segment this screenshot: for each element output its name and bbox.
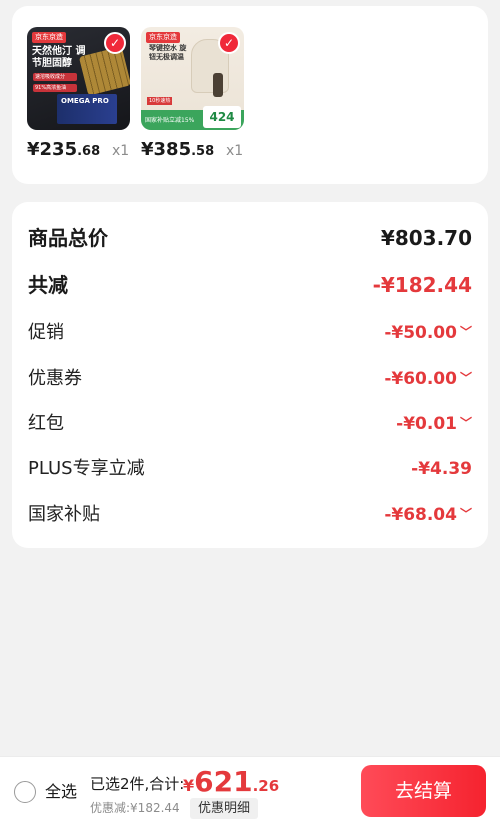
product-bottle-graphic <box>213 73 223 97</box>
product-box-graphic: OMEGA PRO <box>57 94 117 124</box>
price-currency: ¥ <box>27 139 40 160</box>
discount-value: -¥60.00 ﹀ <box>384 364 472 395</box>
discount-label: 国家补贴 <box>28 504 100 525</box>
total-decimal: .26 <box>252 777 280 795</box>
checkout-button[interactable]: 去结算 <box>361 765 486 817</box>
discount-value: -¥0.01 ﹀ <box>396 409 472 440</box>
product-image-badge: 速溶吸收成分 <box>33 73 77 81</box>
price-integer: 385 <box>153 139 192 160</box>
price-currency: ¥ <box>141 139 154 160</box>
product-item[interactable]: 京东京造 天然他汀 调节胆固醇 速溶吸收成分 91%高浓鱼油 OMEGA PRO… <box>27 27 157 167</box>
total-integer: 621 <box>194 765 253 798</box>
discount-row-red-packet[interactable]: 红包 -¥0.01 ﹀ <box>28 409 472 439</box>
product-image-badge: 10秒速热 <box>147 97 173 105</box>
price-decimal: .58 <box>191 144 215 159</box>
product-quantity: x1 <box>112 143 130 159</box>
total-currency: ¥ <box>183 776 195 795</box>
discount-row-national-subsidy[interactable]: 国家补贴 -¥68.04 ﹀ <box>28 500 472 530</box>
chevron-down-icon[interactable]: ﹀ <box>460 363 472 393</box>
select-all-label[interactable]: 全选 <box>45 781 77 803</box>
subsidy-price-graphic: 424 <box>203 106 241 128</box>
product-image-badge: 91%高浓鱼油 <box>33 84 77 92</box>
discount-row-promotion[interactable]: 促销 -¥50.00 ﹀ <box>28 318 472 348</box>
discount-row-plus: PLUS专享立减 -¥4.39 <box>28 454 472 484</box>
product-price: ¥235.68 x1 <box>27 139 157 163</box>
price-integer: 235 <box>39 139 78 160</box>
discount-summary: 优惠减:¥182.44 <box>90 801 180 815</box>
chevron-down-icon[interactable]: ﹀ <box>460 499 472 529</box>
subsidy-banner-text: 国家补贴立减15% <box>145 117 195 124</box>
goods-total-value: ¥803.70 <box>380 226 472 250</box>
check-icon[interactable]: ✓ <box>218 32 240 54</box>
chevron-down-icon[interactable]: ﹀ <box>460 408 472 438</box>
price-decimal: .68 <box>77 144 101 159</box>
selected-products-card: 京东京造 天然他汀 调节胆固醇 速溶吸收成分 91%高浓鱼油 OMEGA PRO… <box>12 6 488 184</box>
total-reduction-value: -¥182.44 <box>372 273 472 297</box>
discount-row-coupon[interactable]: 优惠券 -¥60.00 ﹀ <box>28 364 472 394</box>
product-image-headline: 琴键控水 旋钮无极调温 <box>149 44 187 61</box>
product-image[interactable]: 京东京造 天然他汀 调节胆固醇 速溶吸收成分 91%高浓鱼油 OMEGA PRO… <box>27 27 130 130</box>
price-summary-card: 商品总价 ¥803.70 共减 -¥182.44 促销 -¥50.00 ﹀ 优惠券… <box>12 202 488 548</box>
discount-label: 优惠券 <box>28 368 82 389</box>
discount-label: 红包 <box>28 413 64 434</box>
chevron-down-icon[interactable]: ﹀ <box>460 317 472 347</box>
product-quantity: x1 <box>226 143 244 159</box>
cart-total-price: ¥621.26 <box>183 765 279 798</box>
product-item[interactable]: 京东京造 琴键控水 旋钮无极调温 10秒速热 国家补贴立减15% 424 ✓ ¥… <box>141 27 271 167</box>
goods-total-label: 商品总价 <box>28 226 108 250</box>
subsidy-banner: 国家补贴立减15% 424 <box>141 106 244 130</box>
discount-value: -¥4.39 <box>411 459 472 479</box>
product-price: ¥385.58 x1 <box>141 139 271 163</box>
brand-tag: 京东京造 <box>146 32 180 43</box>
discount-detail-button[interactable]: 优惠明细 <box>190 798 259 819</box>
checkout-bar: 全选 已选2件,合计: ¥621.26 优惠减:¥182.44 优惠明细 去结算 <box>0 756 500 821</box>
check-icon[interactable]: ✓ <box>104 32 126 54</box>
discount-label: PLUS专享立减 <box>28 458 145 479</box>
discount-label: 促销 <box>28 322 64 343</box>
total-reduction-label: 共减 <box>28 273 68 297</box>
discount-value: -¥68.04 ﹀ <box>384 500 472 531</box>
selected-count-label: 已选2件,合计: <box>90 775 185 793</box>
total-reduction-row: 共减 -¥182.44 <box>28 270 472 300</box>
goods-total-row: 商品总价 ¥803.70 <box>28 223 472 253</box>
select-all-radio[interactable] <box>14 781 36 803</box>
brand-tag: 京东京造 <box>32 32 66 43</box>
discount-value: -¥50.00 ﹀ <box>384 318 472 349</box>
product-image[interactable]: 京东京造 琴键控水 旋钮无极调温 10秒速热 国家补贴立减15% 424 ✓ <box>141 27 244 130</box>
